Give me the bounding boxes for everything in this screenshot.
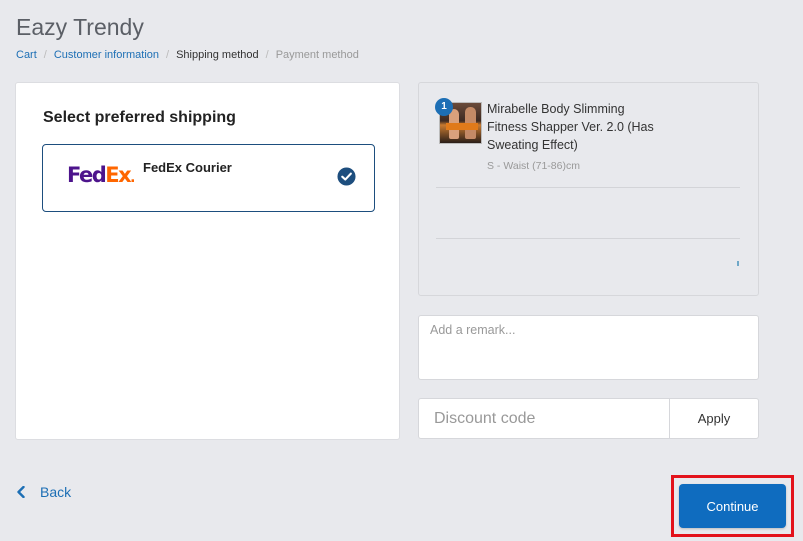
fedex-logo: FedEx. <box>67 163 135 187</box>
shipping-panel: Select preferred shipping FedEx. FedEx C… <box>15 82 400 440</box>
breadcrumb-customer-information[interactable]: Customer information <box>54 49 159 61</box>
fedex-logo-dot: . <box>130 170 135 186</box>
apply-button[interactable]: Apply <box>669 399 758 438</box>
shipping-option-name: FedEx Courier <box>143 160 232 175</box>
breadcrumb-payment-method: Payment method <box>275 49 359 61</box>
breadcrumb-cart[interactable]: Cart <box>16 49 37 61</box>
discount-code-input[interactable] <box>419 399 669 438</box>
summary-mark <box>737 261 739 266</box>
discount-code-group: Apply <box>418 398 759 439</box>
store-title: Eazy Trendy <box>16 14 144 40</box>
continue-button[interactable]: Continue <box>679 484 786 528</box>
breadcrumb-separator: / <box>265 49 269 61</box>
back-label: Back <box>40 484 72 500</box>
breadcrumb-separator: / <box>43 49 47 61</box>
breadcrumb-shipping-method: Shipping method <box>176 49 259 61</box>
breadcrumb-separator: / <box>166 49 170 61</box>
breadcrumb: Cart / Customer information / Shipping m… <box>16 49 359 61</box>
product-variant: S - Waist (71-86)cm <box>487 160 580 172</box>
quantity-badge: 1 <box>435 98 453 116</box>
summary-divider <box>436 187 740 188</box>
chevron-left-icon <box>17 486 25 498</box>
back-link[interactable]: Back <box>16 484 71 500</box>
check-circle-icon <box>337 167 356 186</box>
order-summary-panel: 1 Mirabelle Body Slimming Fitness Shappe… <box>418 82 759 296</box>
shipping-option-fedex[interactable]: FedEx. FedEx Courier <box>42 144 375 212</box>
product-name: Mirabelle Body Slimming Fitness Shapper … <box>487 102 654 152</box>
shipping-heading: Select preferred shipping <box>43 109 236 126</box>
remark-input[interactable] <box>418 315 759 380</box>
fedex-logo-ex: Ex <box>105 163 131 187</box>
fedex-logo-fed: Fed <box>67 163 107 187</box>
summary-divider <box>436 238 740 239</box>
